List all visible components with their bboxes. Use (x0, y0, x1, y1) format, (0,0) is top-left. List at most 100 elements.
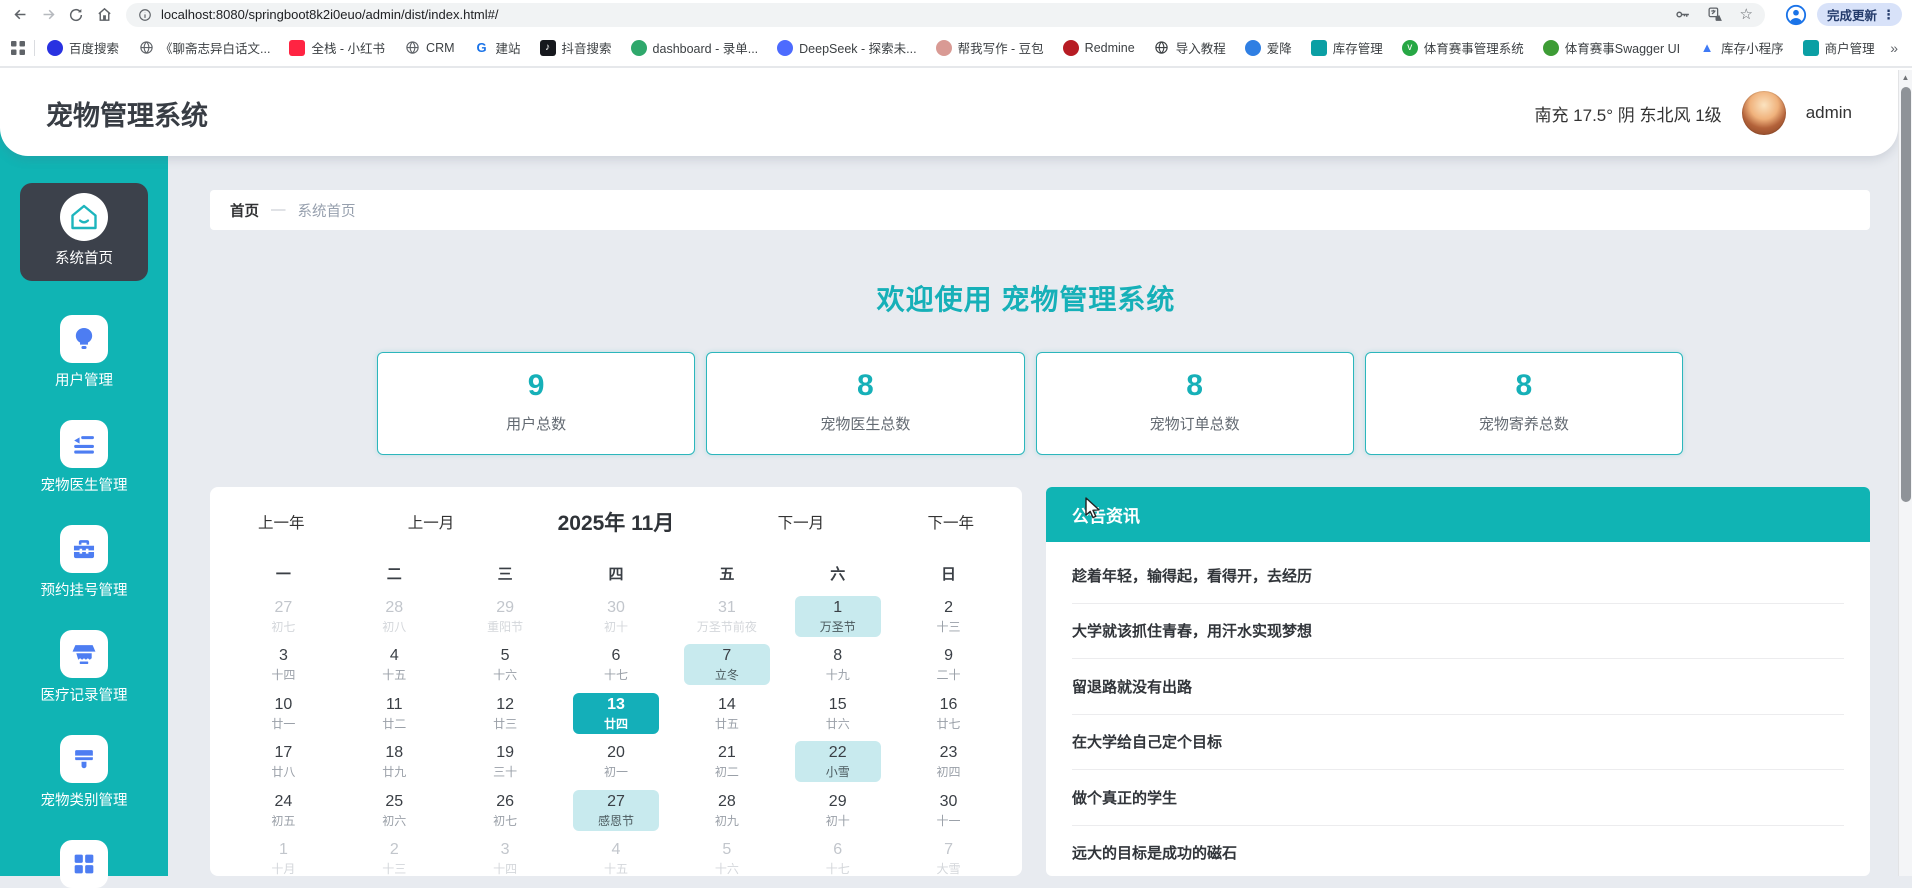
home-nav-icon[interactable] (90, 3, 118, 27)
calendar-day[interactable]: 3十四 (450, 835, 561, 877)
calendar-day[interactable]: 4十五 (339, 641, 450, 690)
calendar-day[interactable]: 13廿四 (561, 689, 672, 738)
bookmark-item[interactable]: 导入教程 (1154, 38, 1226, 57)
calendar-day[interactable]: 19三十 (450, 738, 561, 787)
bookmark-item[interactable]: Redmine (1063, 40, 1135, 56)
breadcrumb-root[interactable]: 首页 (230, 200, 259, 221)
stat-card: 8宠物寄养总数 (1365, 352, 1683, 455)
url-bar[interactable]: localhost:8080/springboot8k2i0euo/admin/… (126, 3, 1765, 27)
bookmark-item[interactable]: 百度搜索 (47, 38, 119, 57)
calendar-day[interactable]: 16廿七 (893, 689, 1004, 738)
calendar-day[interactable]: 3十四 (228, 641, 339, 690)
calendar-day[interactable]: 2十三 (339, 835, 450, 877)
bookmark-item[interactable]: 库存管理 (1311, 38, 1383, 57)
calendar-day[interactable]: 31万圣节前夜 (671, 592, 782, 641)
page-scrollbar[interactable]: ▲ (1898, 70, 1912, 876)
bookmark-star-icon[interactable]: ☆ (1740, 7, 1753, 22)
bookmark-item[interactable]: DeepSeek - 探索未... (777, 38, 916, 57)
scrollbar-thumb[interactable] (1901, 87, 1911, 502)
announcement-item[interactable]: 大学就该抓住青春，用汗水实现梦想 (1072, 604, 1844, 660)
calendar-day[interactable]: 24初五 (228, 786, 339, 835)
announcement-item[interactable]: 远大的目标是成功的磁石 (1072, 826, 1844, 877)
announcement-item[interactable]: 趁着年轻，输得起，看得开，去经历 (1072, 548, 1844, 604)
calendar-next-year-button[interactable]: 下一年 (927, 511, 974, 533)
calendar-day[interactable]: 25初六 (339, 786, 450, 835)
calendar-day[interactable]: 9二十 (893, 641, 1004, 690)
announcement-item[interactable]: 做个真正的学生 (1072, 770, 1844, 826)
translate-icon[interactable] (1707, 6, 1724, 23)
calendar-day[interactable]: 21初二 (671, 738, 782, 787)
calendar-day[interactable]: 27感恩节 (561, 786, 672, 835)
bookmark-item[interactable]: ♪抖音搜索 (540, 38, 612, 57)
calendar-day[interactable]: 17廿八 (228, 738, 339, 787)
calendar-day[interactable]: 26初七 (450, 786, 561, 835)
announcement-item[interactable]: 在大学给自己定个目标 (1072, 715, 1844, 771)
bookmark-item[interactable]: v体育赛事管理系统 (1402, 38, 1524, 57)
calendar-day[interactable]: 10廿一 (228, 689, 339, 738)
profile-icon[interactable] (1785, 4, 1807, 26)
kebab-menu-icon[interactable]: ⋮ (1882, 7, 1895, 23)
site-info-icon[interactable] (138, 8, 152, 22)
sidebar-item-system-home[interactable]: 系统首页 (20, 183, 148, 281)
calendar-day[interactable]: 7大雪 (893, 835, 1004, 877)
calendar-day[interactable]: 22小雪 (782, 738, 893, 787)
calendar-day[interactable]: 6十七 (561, 641, 672, 690)
calendar-day[interactable]: 14廿五 (671, 689, 782, 738)
user-avatar[interactable] (1742, 91, 1786, 135)
calendar-day[interactable]: 15廿六 (782, 689, 893, 738)
calendar-next-month-button[interactable]: 下一月 (778, 511, 825, 533)
calendar-day[interactable]: 29初十 (782, 786, 893, 835)
calendar-day[interactable]: 27初七 (228, 592, 339, 641)
bookmark-item[interactable]: 爱降 (1245, 38, 1292, 57)
calendar-day[interactable]: 11廿二 (339, 689, 450, 738)
scrollbar-up-icon[interactable]: ▲ (1899, 70, 1912, 86)
calendar-day-number: 7 (684, 645, 770, 667)
back-icon[interactable] (6, 3, 34, 27)
update-button[interactable]: 完成更新 ⋮ (1817, 3, 1902, 26)
sidebar-item-appointment-management[interactable]: 预约挂号管理 (41, 525, 128, 601)
calendar-day[interactable]: 28初八 (339, 592, 450, 641)
calendar-prev-year-button[interactable]: 上一年 (258, 511, 305, 533)
calendar-day[interactable]: 1十月 (228, 835, 339, 877)
bookmark-item[interactable]: 《聊斋志异白话文... (138, 38, 270, 57)
bookmark-item[interactable]: G建站 (474, 38, 521, 57)
bookmark-item[interactable]: ▲库存小程序 (1699, 38, 1784, 57)
bookmark-item[interactable]: 商户管理 (1803, 38, 1875, 57)
password-key-icon[interactable] (1674, 6, 1691, 23)
username[interactable]: admin (1806, 103, 1852, 123)
sidebar-item-pet-category-management[interactable]: 宠物类别管理 (41, 735, 128, 811)
calendar-day[interactable]: 8十九 (782, 641, 893, 690)
apps-grid-icon[interactable] (10, 40, 26, 56)
forward-icon[interactable] (34, 3, 62, 27)
calendar-day[interactable]: 28初九 (671, 786, 782, 835)
calendar-prev-month-button[interactable]: 上一月 (408, 511, 455, 533)
calendar-day[interactable]: 2十三 (893, 592, 1004, 641)
calendar-day[interactable]: 20初一 (561, 738, 672, 787)
sidebar-item-vet-management[interactable]: 宠物医生管理 (41, 420, 128, 496)
bookmark-item[interactable]: 全栈 - 小红书 (289, 38, 385, 57)
calendar-day[interactable]: 4十五 (561, 835, 672, 877)
calendar-day-inner: 27感恩节 (573, 790, 659, 831)
bookmark-item[interactable]: dashboard - 录单... (631, 38, 759, 57)
reload-icon[interactable] (62, 3, 90, 27)
calendar-day[interactable]: 18廿九 (339, 738, 450, 787)
sidebar-item-user-management[interactable]: 用户管理 (55, 315, 113, 391)
bookmarks-overflow-icon[interactable]: » (1880, 40, 1898, 56)
bookmark-item[interactable]: CRM (404, 40, 454, 56)
calendar-day[interactable]: 30初十 (561, 592, 672, 641)
calendar-day-lunar: 十七 (795, 861, 881, 876)
calendar-day[interactable]: 30十一 (893, 786, 1004, 835)
calendar-day[interactable]: 5十六 (671, 835, 782, 877)
calendar-day[interactable]: 7立冬 (671, 641, 782, 690)
calendar-day[interactable]: 29重阳节 (450, 592, 561, 641)
bookmark-item[interactable]: 帮我写作 - 豆包 (936, 38, 1044, 57)
bookmark-item[interactable]: 体育赛事Swagger UI (1543, 38, 1680, 57)
calendar-day[interactable]: 5十六 (450, 641, 561, 690)
announcement-item[interactable]: 留退路就没有出路 (1072, 659, 1844, 715)
calendar-day[interactable]: 12廿三 (450, 689, 561, 738)
sidebar-item-more[interactable] (60, 840, 108, 888)
calendar-day[interactable]: 23初四 (893, 738, 1004, 787)
calendar-day[interactable]: 6十七 (782, 835, 893, 877)
calendar-day[interactable]: 1万圣节 (782, 592, 893, 641)
sidebar-item-medical-record-management[interactable]: 医疗记录管理 (41, 630, 128, 706)
